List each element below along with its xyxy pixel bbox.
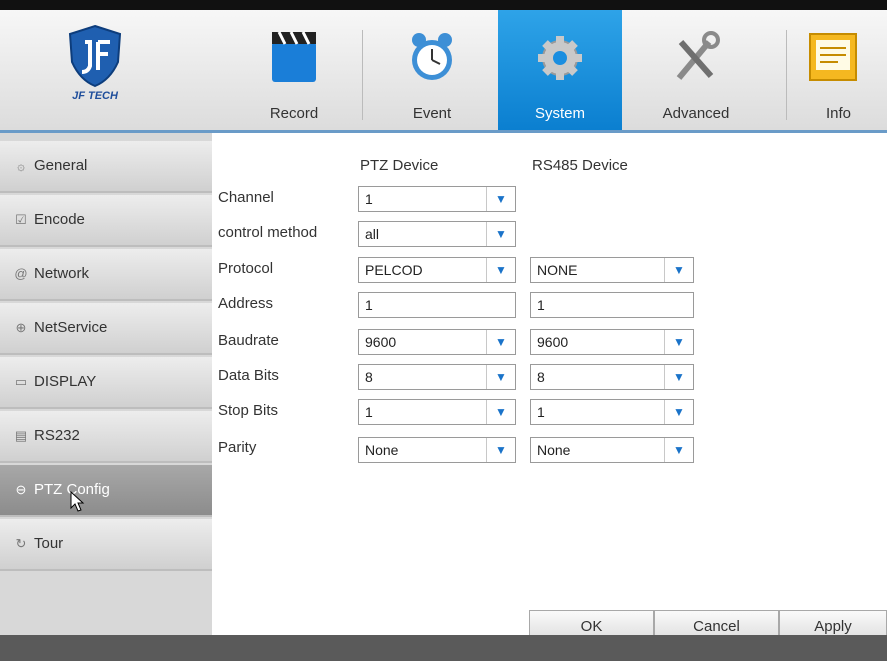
- sidebar-item-label: RS232: [34, 427, 80, 444]
- nav-separator: [362, 30, 363, 120]
- sidebar-item-netservice[interactable]: ⊕ NetService: [0, 303, 212, 355]
- dropdown-arrow-icon[interactable]: ▼: [664, 400, 693, 424]
- dropdown-arrow-icon[interactable]: ▼: [664, 365, 693, 389]
- address-label: Address: [218, 295, 274, 312]
- display-icon: ▭: [14, 374, 28, 389]
- dropdown-arrow-icon[interactable]: ▼: [486, 400, 515, 424]
- ptz-device-header: PTZ Device: [360, 157, 439, 174]
- rs485-protocol-select[interactable]: NONE ▼: [530, 257, 694, 283]
- rs485-parity-select[interactable]: None ▼: [530, 437, 694, 463]
- sidebar-item-general[interactable]: ۞ General: [0, 141, 212, 193]
- nav-tab-system[interactable]: System: [498, 10, 622, 130]
- rs485-data-bits-value: 8: [537, 369, 545, 385]
- sidebar-item-label: Network: [34, 265, 90, 282]
- dropdown-arrow-icon[interactable]: ▼: [664, 258, 693, 282]
- ptz-address-input[interactable]: 1: [358, 292, 516, 318]
- rs485-baudrate-value: 9600: [537, 334, 569, 350]
- sidebar-item-rs232[interactable]: ▤ RS232: [0, 411, 212, 463]
- dropdown-arrow-icon[interactable]: ▼: [486, 330, 515, 354]
- rs485-parity-value: None: [537, 442, 571, 458]
- nav-tab-label: Advanced: [662, 105, 730, 122]
- dropdown-arrow-icon[interactable]: ▼: [486, 222, 515, 246]
- ptz-config-panel: PTZ Device RS485 Device Channel 1 ▼ cont…: [212, 133, 887, 644]
- ptz-control-method-select[interactable]: all ▼: [358, 221, 516, 247]
- serial-port-icon: ▤: [14, 428, 28, 443]
- stop-bits-label: Stop Bits: [218, 402, 279, 419]
- ptz-protocol-value: PELCOD: [365, 262, 423, 278]
- dropdown-arrow-icon[interactable]: ▼: [664, 330, 693, 354]
- ptz-baudrate-value: 9600: [365, 334, 397, 350]
- dropdown-arrow-icon[interactable]: ▼: [486, 187, 515, 211]
- tools-icon: [676, 31, 720, 80]
- rs485-baudrate-select[interactable]: 9600 ▼: [530, 329, 694, 355]
- sidebar-item-encode[interactable]: ☑ Encode: [0, 195, 212, 247]
- main-navigation-header: JF TECH Record Event System Advanced Inf…: [0, 10, 887, 133]
- data-bits-label: Data Bits: [218, 367, 279, 384]
- gear-icon: [538, 36, 582, 80]
- sidebar-item-label: NetService: [34, 319, 108, 336]
- ptz-protocol-select[interactable]: PELCOD ▼: [358, 257, 516, 283]
- dropdown-arrow-icon[interactable]: ▼: [486, 365, 515, 389]
- ptz-channel-value: 1: [365, 191, 373, 207]
- encode-icon: ☑: [15, 212, 27, 227]
- dropdown-arrow-icon[interactable]: ▼: [486, 438, 515, 462]
- mouse-pointer-icon: [70, 491, 85, 512]
- sidebar-item-label: Tour: [34, 535, 64, 552]
- sidebar-item-network[interactable]: @ Network: [0, 249, 212, 301]
- rs485-data-bits-select[interactable]: 8 ▼: [530, 364, 694, 390]
- nav-separator: [786, 30, 787, 120]
- network-at-icon: @: [14, 266, 28, 281]
- alarm-clock-icon: [412, 33, 452, 80]
- ptz-data-bits-value: 8: [365, 369, 373, 385]
- ptz-stop-bits-select[interactable]: 1 ▼: [358, 399, 516, 425]
- rs485-stop-bits-value: 1: [537, 404, 545, 420]
- sidebar-item-label: DISPLAY: [34, 373, 97, 390]
- sidebar-item-label: Encode: [34, 211, 85, 228]
- ptz-channel-select[interactable]: 1 ▼: [358, 186, 516, 212]
- globe-icon: ⊕: [15, 320, 27, 335]
- rs485-protocol-value: NONE: [537, 262, 578, 278]
- general-settings-icon: ۞: [17, 158, 25, 173]
- baudrate-label: Baudrate: [218, 332, 279, 349]
- record-clapper-icon: [272, 31, 316, 82]
- settings-sidebar: ۞ General ☑ Encode @ Network ⊕ NetServic…: [0, 133, 212, 635]
- control-method-label: control method: [218, 224, 318, 241]
- protocol-label: Protocol: [218, 260, 274, 277]
- ptz-parity-select[interactable]: None ▼: [358, 437, 516, 463]
- tour-icon: ↻: [15, 536, 27, 551]
- nav-tab-label: Info: [825, 105, 852, 122]
- rs485-address-value: 1: [537, 297, 545, 313]
- dropdown-arrow-icon[interactable]: ▼: [664, 438, 693, 462]
- sidebar-item-ptz-config[interactable]: ⊖ PTZ Config: [0, 465, 212, 517]
- logo-text: JF TECH: [72, 90, 118, 102]
- rs485-device-header: RS485 Device: [532, 157, 628, 174]
- ptz-data-bits-select[interactable]: 8 ▼: [358, 364, 516, 390]
- nav-tab-advanced[interactable]: Advanced: [640, 10, 752, 130]
- nav-tab-record[interactable]: Record: [238, 10, 350, 130]
- nav-tab-label: System: [534, 105, 585, 122]
- ptz-baudrate-select[interactable]: 9600 ▼: [358, 329, 516, 355]
- nav-tab-info[interactable]: Info: [790, 10, 887, 130]
- ptz-address-value: 1: [365, 297, 373, 313]
- info-screen-icon: [809, 33, 857, 81]
- brand-logo: JF TECH: [40, 22, 150, 122]
- sidebar-item-label: General: [34, 157, 88, 174]
- ptz-icon: ⊖: [15, 482, 27, 497]
- sidebar-item-display[interactable]: ▭ DISPLAY: [0, 357, 212, 409]
- ptz-stop-bits-value: 1: [365, 404, 373, 420]
- bottom-bar: [0, 635, 887, 661]
- rs485-address-input[interactable]: 1: [530, 292, 694, 318]
- nav-tab-label: Event: [412, 105, 452, 122]
- shield-logo-icon: [68, 24, 122, 88]
- sidebar-item-tour[interactable]: ↻ Tour: [0, 519, 212, 571]
- dropdown-arrow-icon[interactable]: ▼: [486, 258, 515, 282]
- rs485-stop-bits-select[interactable]: 1 ▼: [530, 399, 694, 425]
- ptz-control-method-value: all: [365, 226, 380, 242]
- nav-tab-label: Record: [269, 105, 319, 122]
- parity-label: Parity: [218, 439, 257, 456]
- nav-tab-event[interactable]: Event: [376, 10, 488, 130]
- channel-label: Channel: [218, 189, 274, 206]
- ptz-parity-value: None: [365, 442, 399, 458]
- top-border: [0, 0, 887, 10]
